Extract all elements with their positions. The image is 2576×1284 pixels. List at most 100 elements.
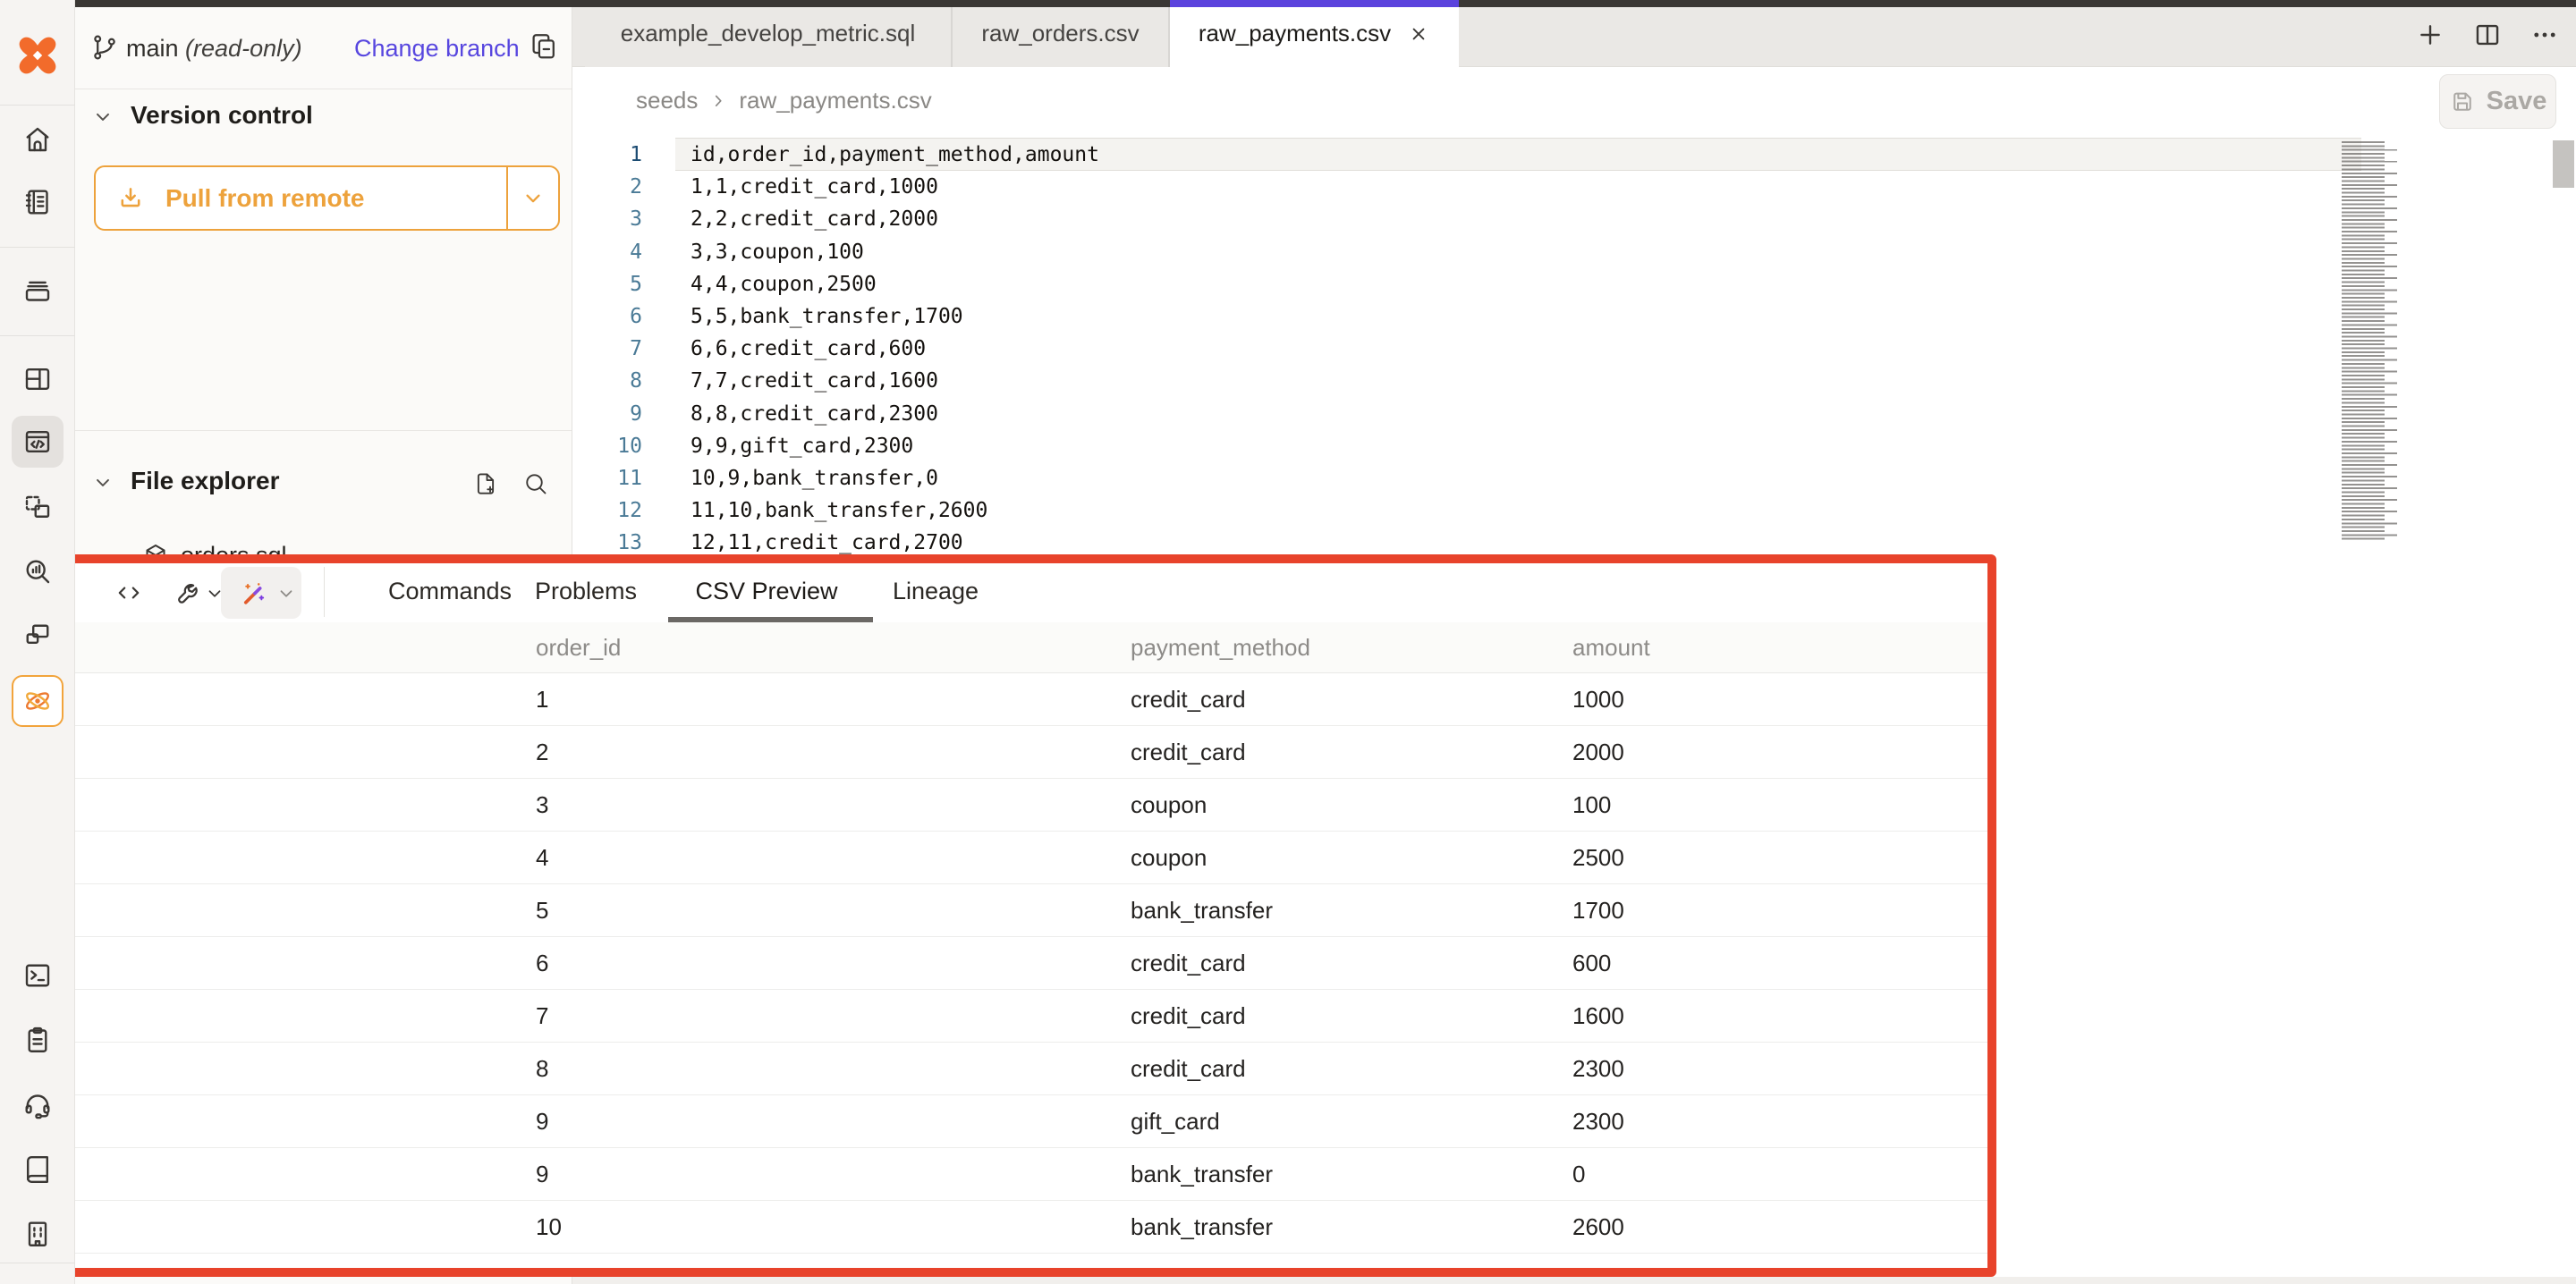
csv-cell: 2300 <box>1563 1108 1987 1136</box>
editor-tab-example-develop-metric-sql[interactable]: example_develop_metric.sql <box>585 0 953 67</box>
more-options-icon[interactable] <box>2529 20 2560 55</box>
pull-from-remote-main[interactable]: Pull from remote <box>96 167 506 229</box>
code-editor-icon[interactable] <box>12 416 64 468</box>
code-line-12[interactable]: 12 11,10,bank_transfer,2600 <box>572 494 2361 527</box>
line-number: 10 <box>572 435 642 458</box>
csv-cell: 1 <box>527 686 1122 714</box>
pull-from-remote-button[interactable]: Pull from remote <box>94 165 560 231</box>
pull-options-dropdown[interactable] <box>506 167 558 229</box>
code-icon[interactable] <box>112 576 146 610</box>
line-number: 13 <box>572 531 642 554</box>
line-text: 3,3,coupon,100 <box>691 241 864 264</box>
magic-wand-dropdown-chevron-icon[interactable] <box>275 583 297 604</box>
csv-preview-row: 1110bank_transfer2600 <box>20 1201 1987 1254</box>
tab-label: raw_orders.csv <box>981 20 1139 47</box>
code-line-5[interactable]: 54,4,coupon,2500 <box>572 268 2361 300</box>
line-text: 1,1,credit_card,1000 <box>691 175 938 199</box>
breadcrumb-folder[interactable]: seeds <box>636 87 698 114</box>
dashboard-grid-icon[interactable] <box>12 353 64 405</box>
branch-bar: main (read-only) Change branch <box>75 7 572 89</box>
divider <box>0 105 75 106</box>
csv-cell: 11 <box>20 1213 527 1241</box>
csv-cell: credit_card <box>1122 686 1563 714</box>
pull-from-remote-label: Pull from remote <box>165 184 364 213</box>
line-number: 12 <box>572 499 642 522</box>
editor-scrollbar-thumb[interactable] <box>2553 140 2574 188</box>
activity-bar <box>0 0 75 1284</box>
code-line-8[interactable]: 87,7,credit_card,1600 <box>572 365 2361 397</box>
close-icon[interactable] <box>1407 22 1430 46</box>
new-tab-plus-icon[interactable] <box>2415 20 2445 55</box>
code-line-2[interactable]: 21,1,credit_card,1000 <box>572 171 2361 203</box>
wrench-icon[interactable] <box>173 576 207 610</box>
csv-preview-row: 88credit_card2300 <box>20 1043 1987 1095</box>
csv-cell: 6 <box>527 950 1122 977</box>
dbt-logo-icon[interactable] <box>14 32 61 79</box>
editor-tab-raw-payments-csv[interactable]: raw_payments.csv <box>1170 0 1459 67</box>
csv-cell: bank_transfer <box>1122 1161 1563 1188</box>
csv-cell: 4 <box>527 844 1122 872</box>
home-icon[interactable] <box>12 114 64 165</box>
clipboard-icon[interactable] <box>12 1014 64 1066</box>
search-analytics-icon[interactable] <box>12 545 64 597</box>
code-line-1[interactable]: 1id,order_id,payment_method,amount <box>572 139 2361 171</box>
csv-preview-row: 22credit_card2000 <box>20 726 1987 779</box>
csv-cell: bank_transfer <box>1122 897 1563 925</box>
code-line-7[interactable]: 76,6,credit_card,600 <box>572 333 2361 365</box>
new-file-icon[interactable] <box>472 470 499 502</box>
editor-tab-raw-orders-csv[interactable]: raw_orders.csv <box>953 0 1170 67</box>
panel-toolbar: Commands Problems CSV Preview Lineage <box>20 563 1987 622</box>
divider <box>0 247 75 248</box>
code-line-3[interactable]: 32,2,credit_card,2000 <box>572 203 2361 235</box>
line-text: 12,11,credit_card,2700 <box>691 531 963 554</box>
editor-minimap[interactable] <box>2342 141 2397 542</box>
notebook-icon[interactable] <box>12 176 64 228</box>
download-icon <box>115 183 146 214</box>
change-branch-link[interactable]: Change branch <box>354 35 520 63</box>
csv-cell: credit_card <box>1122 1002 1563 1030</box>
terminal-icon[interactable] <box>12 950 64 1001</box>
code-line-10[interactable]: 109,9,gift_card,2300 <box>572 430 2361 462</box>
bottom-panel-highlighted: CommandsProblemsCSV PreviewLineage idord… <box>11 554 1996 1277</box>
version-control-header[interactable]: Version control <box>75 97 572 137</box>
panel-tab-csv-preview[interactable]: CSV Preview <box>695 578 837 605</box>
csv-preview-row: 99gift_card2300 <box>20 1095 1987 1148</box>
bottom-chrome-strip <box>572 1277 2576 1284</box>
breadcrumb-file: raw_payments.csv <box>739 87 931 114</box>
csv-cell: 8 <box>20 1055 527 1083</box>
code-line-6[interactable]: 65,5,bank_transfer,1700 <box>572 300 2361 333</box>
csv-cell: credit_card <box>1122 1055 1563 1083</box>
csv-column-header-payment_method: payment_method <box>1122 634 1563 662</box>
split-editor-icon[interactable] <box>2472 20 2503 55</box>
atom-icon[interactable] <box>12 675 64 727</box>
search-files-icon[interactable] <box>522 470 549 502</box>
csv-cell: 2000 <box>1563 739 1987 766</box>
csv-cell: 2500 <box>1563 844 1987 872</box>
headset-icon[interactable] <box>12 1079 64 1131</box>
git-branch-icon <box>89 32 120 63</box>
copy-frame-icon[interactable] <box>12 482 64 534</box>
csv-cell: 5 <box>20 897 527 925</box>
book-icon[interactable] <box>12 1144 64 1195</box>
csv-cell: 1000 <box>1563 686 1987 714</box>
building-icon[interactable] <box>12 1208 64 1260</box>
archive-box-icon[interactable] <box>12 265 64 317</box>
file-explorer-title: File explorer <box>131 467 280 495</box>
divider <box>75 430 572 431</box>
code-line-9[interactable]: 98,8,credit_card,2300 <box>572 398 2361 430</box>
save-button[interactable]: Save <box>2439 74 2556 129</box>
wrench-dropdown-chevron-icon[interactable] <box>204 583 225 604</box>
code-line-4[interactable]: 43,3,coupon,100 <box>572 236 2361 268</box>
csv-cell: 5 <box>527 897 1122 925</box>
panel-tab-commands[interactable]: Commands <box>388 578 512 605</box>
csv-cell: 1 <box>20 686 527 714</box>
panel-tab-lineage[interactable]: Lineage <box>893 578 979 605</box>
code-line-11[interactable]: 1110,9,bank_transfer,0 <box>572 462 2361 494</box>
magic-wand-icon[interactable] <box>236 576 270 610</box>
breadcrumb: seeds raw_payments.csv <box>636 87 932 114</box>
copy-branch-icon[interactable] <box>528 30 560 63</box>
panel-tab-problems[interactable]: Problems <box>535 578 637 605</box>
line-text: 11,10,bank_transfer,2600 <box>691 499 987 522</box>
line-number: 11 <box>572 467 642 490</box>
windows-icon[interactable] <box>12 610 64 662</box>
